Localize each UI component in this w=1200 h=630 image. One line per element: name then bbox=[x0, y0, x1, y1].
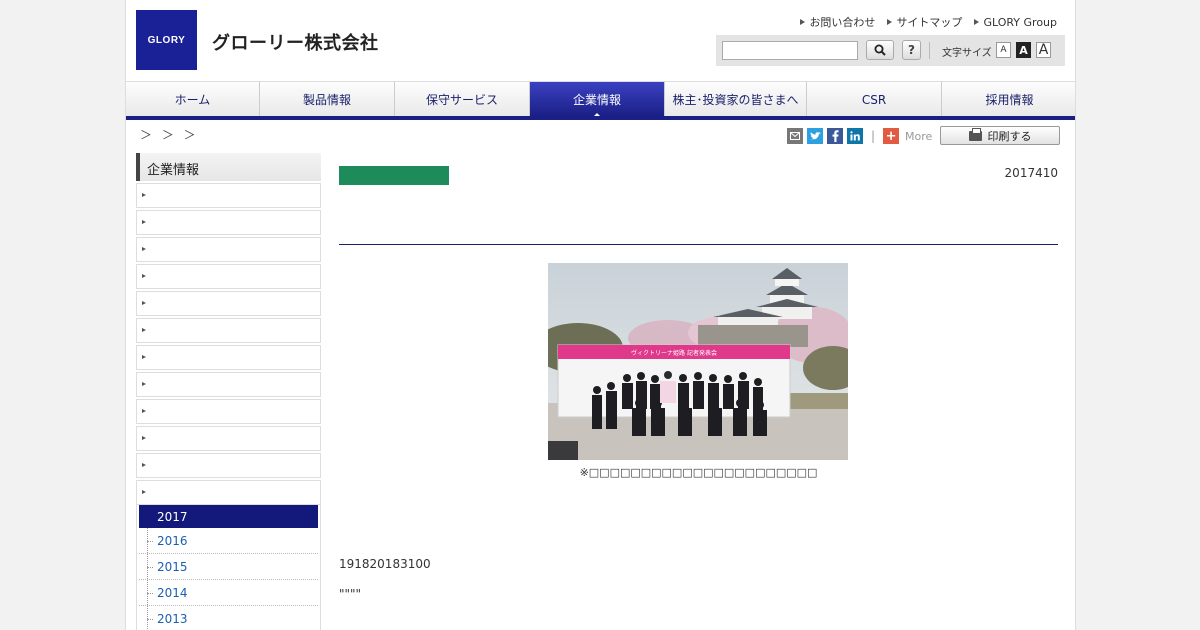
nav-home[interactable]: ホーム bbox=[126, 82, 260, 117]
sidebar-item[interactable] bbox=[136, 183, 321, 208]
linkedin-share-icon[interactable] bbox=[847, 128, 863, 144]
font-size-label: 文字サイズ bbox=[942, 48, 992, 59]
contact-link[interactable]: お問い合わせ bbox=[800, 14, 875, 30]
photo-caption: ※□□□□□□□□□□□□□□□□□□□□□□ bbox=[579, 466, 818, 479]
nav-csr[interactable]: CSR bbox=[807, 82, 942, 117]
company-name[interactable]: グローリー株式会社 bbox=[212, 29, 379, 55]
search-icon bbox=[874, 44, 886, 56]
bullet-arrow-icon bbox=[142, 355, 146, 359]
year-item[interactable]: 2015 bbox=[139, 554, 318, 580]
bullet-arrow-icon bbox=[142, 328, 146, 332]
font-size-large-button[interactable]: A bbox=[1036, 42, 1051, 58]
bullet-arrow-icon bbox=[142, 409, 146, 413]
sidebar-item[interactable] bbox=[136, 345, 321, 370]
bullet-arrow-icon bbox=[142, 436, 146, 440]
mail-share-icon[interactable] bbox=[787, 128, 803, 144]
bullet-arrow-icon bbox=[142, 247, 146, 251]
bullet-arrow-icon bbox=[142, 220, 146, 224]
bullet-arrow-icon bbox=[142, 274, 146, 278]
sidebar-item[interactable] bbox=[136, 210, 321, 235]
arrow-right-icon bbox=[887, 19, 893, 25]
bullet-arrow-icon bbox=[142, 490, 146, 494]
article-paragraph: """" bbox=[339, 587, 362, 601]
arrow-right-icon bbox=[800, 19, 806, 25]
more-share-link[interactable]: More bbox=[905, 130, 932, 143]
sidebar-item[interactable] bbox=[136, 453, 321, 478]
search-button[interactable] bbox=[866, 40, 894, 60]
breadcrumb[interactable]: ＞ ＞ ＞ bbox=[140, 126, 199, 143]
bullet-arrow-icon bbox=[142, 193, 146, 197]
bullet-arrow-icon bbox=[142, 463, 146, 467]
printer-icon bbox=[968, 127, 982, 141]
print-button[interactable]: 印刷する bbox=[940, 126, 1060, 145]
year-item[interactable]: 2016 bbox=[139, 528, 318, 554]
bullet-arrow-icon bbox=[142, 382, 146, 386]
arrow-right-icon bbox=[974, 19, 980, 25]
nav-investors[interactable]: 株主･投資家の皆さまへ bbox=[665, 82, 807, 117]
sidebar-item-news[interactable] bbox=[136, 480, 321, 505]
sidebar-item[interactable] bbox=[136, 318, 321, 343]
share-separator: | bbox=[871, 129, 876, 143]
nav-corporate[interactable]: 企業情報 bbox=[530, 82, 665, 117]
sitemap-link[interactable]: サイトマップ bbox=[887, 14, 962, 30]
search-bar: ? 文字サイズ A A A bbox=[716, 35, 1065, 66]
divider bbox=[929, 42, 930, 59]
category-tag bbox=[339, 166, 449, 185]
sidebar-item[interactable] bbox=[136, 264, 321, 289]
sidebar-item[interactable] bbox=[136, 237, 321, 262]
sidebar: 企業情報 2017 2016 2015 2014 2013 bbox=[136, 153, 321, 630]
sidebar-item[interactable] bbox=[136, 399, 321, 424]
search-input[interactable] bbox=[722, 41, 858, 60]
title-rule bbox=[339, 244, 1058, 245]
article-date: 2017410 bbox=[1004, 166, 1058, 180]
glory-group-link[interactable]: GLORY Group bbox=[974, 14, 1057, 30]
sidebar-item[interactable] bbox=[136, 426, 321, 451]
nav-products[interactable]: 製品情報 bbox=[260, 82, 395, 117]
page-container: GLORY グローリー株式会社 お問い合わせ サイトマップ GLORY Grou… bbox=[125, 0, 1076, 630]
twitter-share-icon[interactable] bbox=[807, 128, 823, 144]
global-nav: ホーム 製品情報 保守サービス 企業情報 株主･投資家の皆さまへ CSR 採用情… bbox=[126, 81, 1075, 117]
banner-title: ヴィクトリーナ姫路 記者発表会 bbox=[631, 349, 717, 357]
year-item[interactable]: 2013 bbox=[139, 606, 318, 630]
sidebar-item[interactable] bbox=[136, 291, 321, 316]
plus-share-icon[interactable]: + bbox=[883, 128, 900, 144]
utility-links: お問い合わせ サイトマップ GLORY Group bbox=[800, 14, 1057, 30]
press-photo: ヴィクトリーナ姫路 記者発表会 bbox=[548, 263, 848, 460]
font-size-small-button[interactable]: A bbox=[996, 42, 1011, 58]
sidebar-title[interactable]: 企業情報 bbox=[136, 153, 321, 181]
sidebar-item[interactable] bbox=[136, 372, 321, 397]
facebook-share-icon[interactable] bbox=[827, 128, 843, 144]
year-list: 2017 2016 2015 2014 2013 bbox=[136, 505, 321, 630]
print-button-label: 印刷する bbox=[987, 129, 1032, 143]
year-item-active[interactable]: 2017 bbox=[139, 505, 318, 528]
nav-maintenance[interactable]: 保守サービス bbox=[395, 82, 530, 117]
nav-recruit[interactable]: 採用情報 bbox=[942, 82, 1075, 117]
logo-text: GLORY bbox=[147, 34, 186, 46]
nav-underline bbox=[126, 116, 1075, 120]
share-bar: | + More bbox=[787, 128, 932, 144]
help-button[interactable]: ? bbox=[902, 40, 921, 60]
article-paragraph: 191820183100 bbox=[339, 557, 431, 571]
font-size-medium-button[interactable]: A bbox=[1016, 42, 1031, 58]
glory-logo[interactable]: GLORY bbox=[136, 10, 197, 70]
bullet-arrow-icon bbox=[142, 301, 146, 305]
year-item[interactable]: 2014 bbox=[139, 580, 318, 606]
